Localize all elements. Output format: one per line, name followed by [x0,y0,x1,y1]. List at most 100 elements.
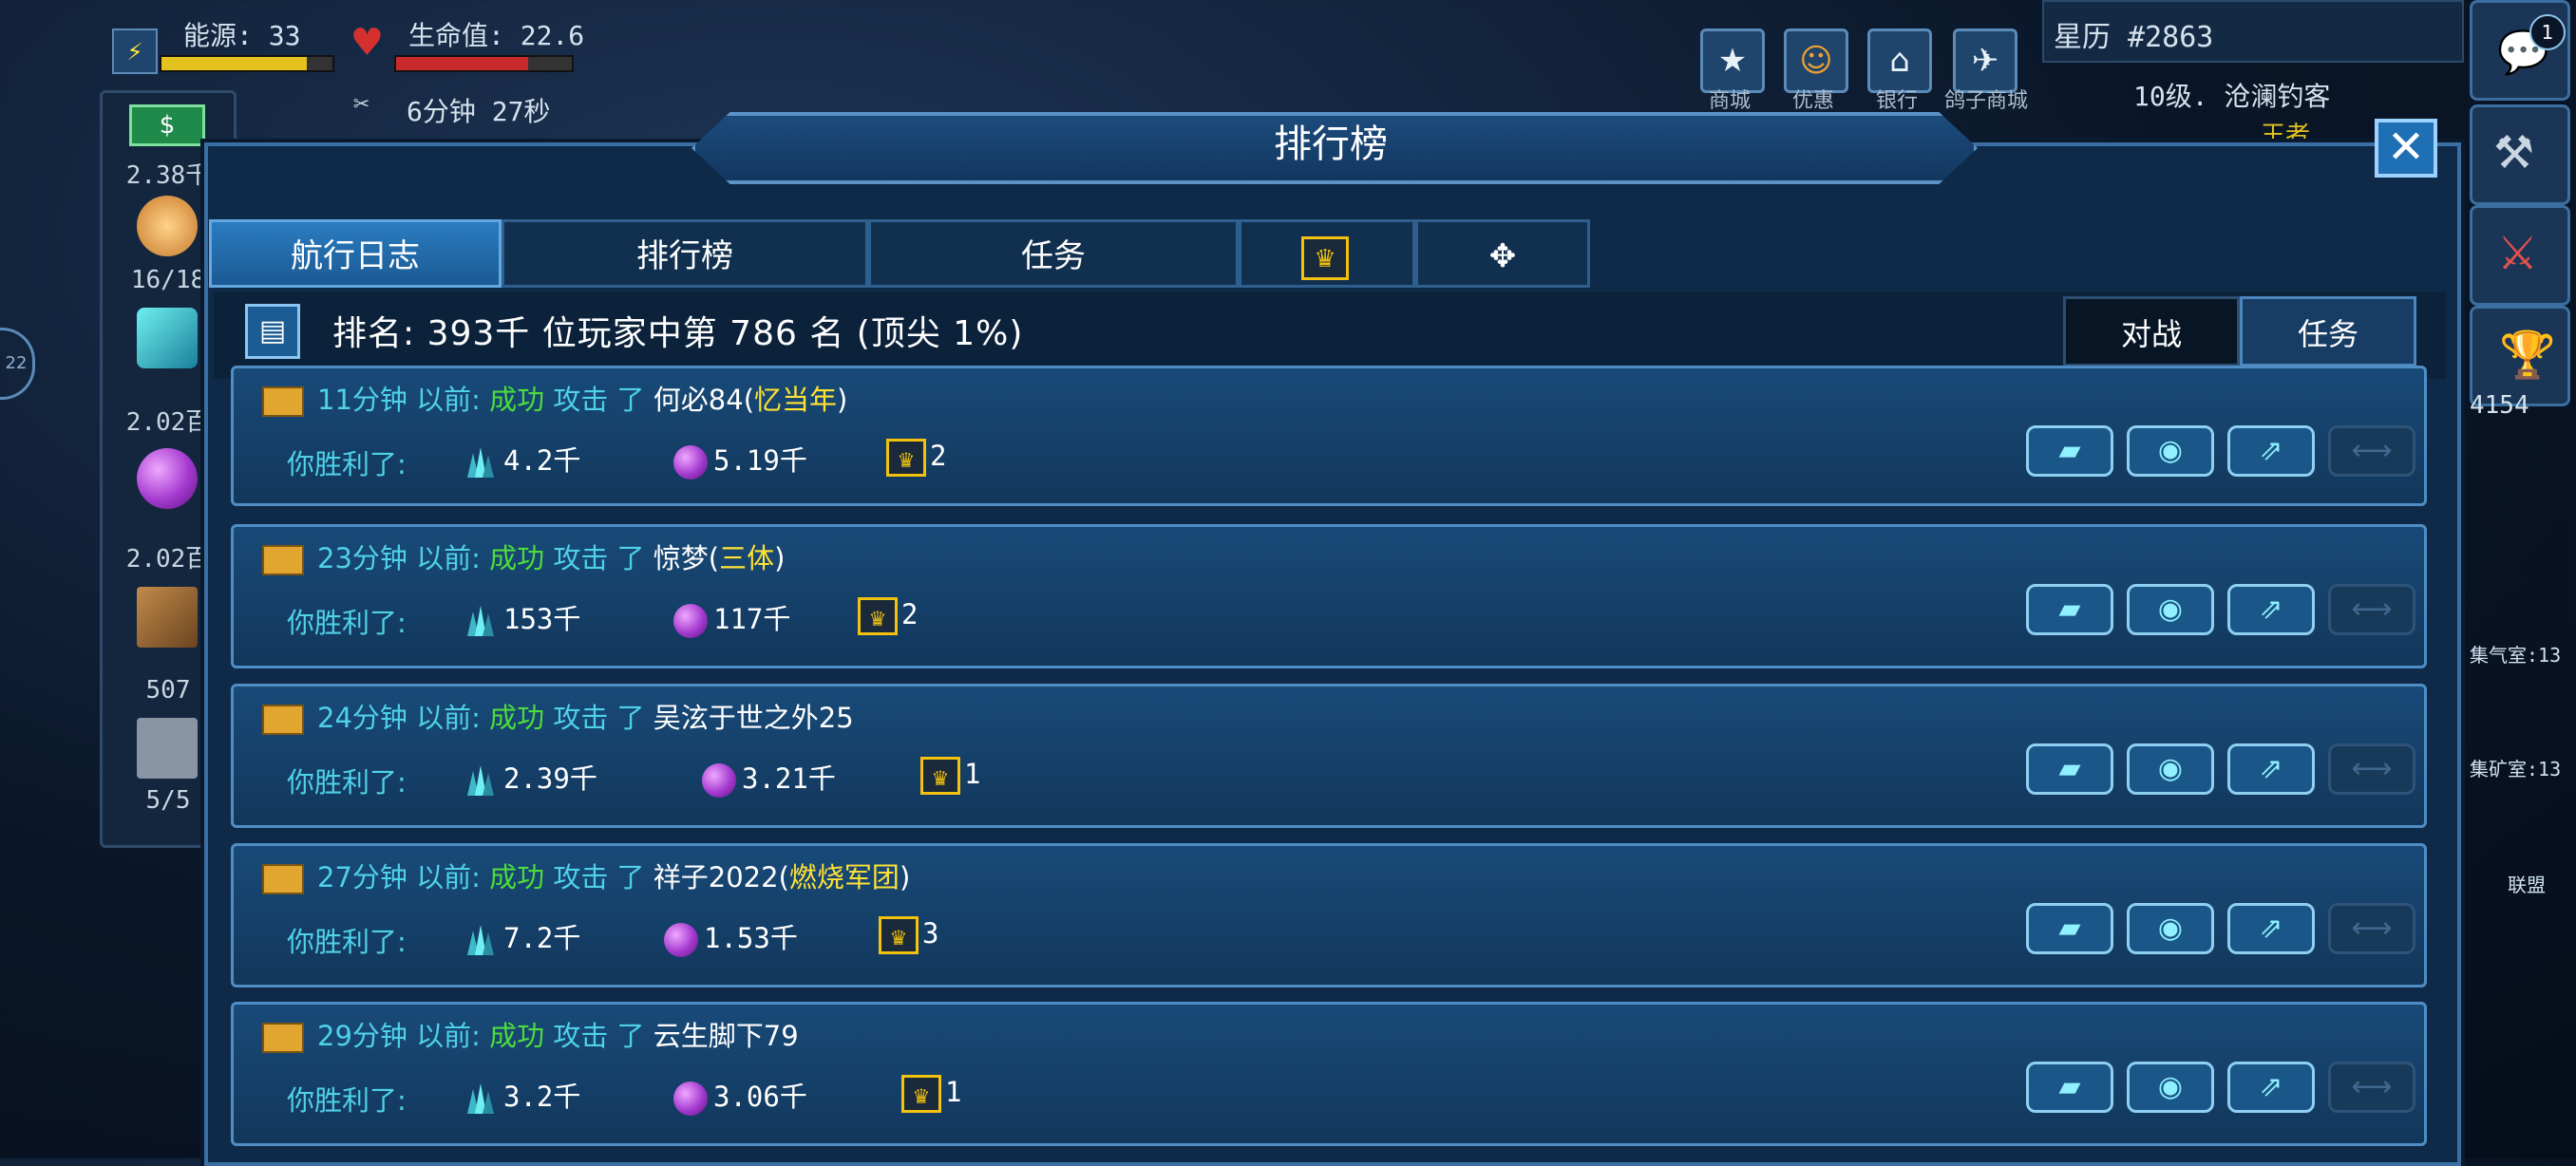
entry-action: 攻击 了 [553,384,645,416]
chat-button[interactable]: 💬 1 [2470,0,2570,101]
gas-amount: 3.06千 [713,1081,807,1113]
share-icon: ⇗ [2259,1070,2283,1103]
top-menu-label-bank: 银行 [1875,89,1918,113]
tab-voyage-log[interactable]: 航行日志 [209,219,502,288]
replay-button[interactable]: ▰ [2026,1062,2113,1113]
mineral-loot: 3.2千 [464,1075,580,1116]
energy-bar [160,55,334,72]
revenge-button[interactable]: ⟷ [2328,743,2415,795]
energy-label: 能源: 33 [183,20,301,51]
revenge-icon: ⟷ [2351,434,2393,467]
mineral-icon[interactable] [137,308,198,368]
trophy-icon: ♛ [886,439,926,477]
entry-headline: 29分钟 以前: 成功 攻击 了 云生脚下79 [262,1014,799,1054]
stardate-label: 星历 #2863 [2054,21,2214,54]
revenge-button[interactable]: ⟷ [2328,584,2415,635]
entry-time: 27分钟 以前: [317,861,481,893]
right-trophy-value: 4154 [2470,391,2529,420]
battle-log-entry: 29分钟 以前: 成功 攻击 了 云生脚下79 你胜利了: 3.2千 3.06千… [231,1002,2427,1146]
revenge-button[interactable]: ⟷ [2328,903,2415,954]
gas-icon [702,763,736,798]
right-room-label-1: 集气室:13 [2470,644,2562,667]
share-button[interactable]: ⇗ [2227,584,2315,635]
mineral-icon [467,1083,494,1114]
trophy-icon: ♛ [879,916,919,954]
entry-result: 成功 [489,384,545,416]
build-button[interactable]: ⚒ [2470,104,2570,205]
factory-icon[interactable] [137,718,198,779]
replay-button[interactable]: ▰ [2026,903,2113,954]
trophy-amount: 1 [945,1076,962,1108]
entry-won-label: 你胜利了: [287,766,407,799]
replay-button[interactable]: ▰ [2026,584,2113,635]
tab-arrows[interactable]: ✥ [1415,219,1590,288]
entry-player[interactable]: 何必84 [653,384,744,416]
hp-label: 生命值: 22.6 [408,20,585,51]
view-button[interactable]: ◉ [2127,584,2214,635]
replay-button[interactable]: ▰ [2026,425,2113,477]
share-button[interactable]: ⇗ [2227,743,2315,795]
revenge-button[interactable]: ⟷ [2328,1062,2415,1113]
lightning-icon: ⚡ [112,28,158,74]
video-camera-icon: ▰ [2058,752,2081,785]
share-icon: ⇗ [2259,434,2283,467]
share-button[interactable]: ⇗ [2227,425,2315,477]
entry-alliance[interactable]: 三体 [719,542,774,574]
entry-time: 29分钟 以前: [317,1020,481,1052]
mode-battle-button[interactable]: 对战 [2063,296,2240,367]
mode-mission-button[interactable]: 任务 [2240,296,2416,367]
entry-player[interactable]: 吴泫于世之外25 [653,702,854,734]
mineral-amount: 4.2千 [503,444,581,477]
share-button[interactable]: ⇗ [2227,903,2315,954]
tab-leaderboard[interactable]: 排行榜 [502,219,868,288]
tab-trophy[interactable]: ♛ [1239,219,1415,288]
mineral-loot: 7.2千 [464,916,580,957]
view-button[interactable]: ◉ [2127,425,2214,477]
revenge-icon: ⟷ [2351,752,2393,785]
entry-alliance[interactable]: 忆当年 [754,384,837,416]
revenge-icon: ⟷ [2351,1070,2393,1103]
gas-icon[interactable] [137,448,198,509]
right-room-label-2: 集矿室:13 [2470,758,2562,780]
gas-icon [673,604,708,638]
mineral-icon [467,606,494,636]
trophy-icon: ♛ [1301,235,1349,280]
trophy-loot: ♛ 3 [879,916,938,954]
tab-missions[interactable]: 任务 [868,219,1239,288]
view-button[interactable]: ◉ [2127,1062,2214,1113]
entry-headline: 24分钟 以前: 成功 攻击 了 吴泫于世之外25 [262,696,854,736]
trophy-loot: ♛ 2 [886,439,946,477]
entry-time: 11分钟 以前: [317,384,481,416]
entry-player[interactable]: 惊梦 [653,542,709,574]
revenge-button[interactable]: ⟷ [2328,425,2415,477]
gas-loot: 1.53千 [664,916,798,957]
supply-box-icon[interactable] [137,587,198,648]
battle-button[interactable]: ⚔ [2470,205,2570,306]
hp-bar [394,55,574,72]
hp-bar-fill [396,57,528,70]
cash-icon[interactable]: $ [129,104,205,146]
replay-button[interactable]: ▰ [2026,743,2113,795]
view-button[interactable]: ◉ [2127,743,2214,795]
top-menu-label-shop: 商城 [1708,89,1751,113]
gas-icon [664,923,698,957]
view-button[interactable]: ◉ [2127,903,2214,954]
mineral-icon [467,765,494,796]
trophy-loot: ♛ 1 [901,1075,961,1113]
gas-amount: 1.53千 [704,922,798,954]
entry-headline: 23分钟 以前: 成功 攻击 了 惊梦(三体) [262,536,785,576]
ticket-icon [262,545,304,575]
entry-player[interactable]: 祥子2022 [653,861,779,893]
trophy-loot: ♛ 1 [920,757,980,795]
gas-loot: 3.06千 [673,1075,807,1116]
share-button[interactable]: ⇗ [2227,1062,2315,1113]
timer-label: 6分钟 27秒 [407,96,551,127]
left-edge-tab[interactable]: 22 [0,328,35,400]
entry-alliance[interactable]: 燃烧军团 [789,861,900,893]
entry-player[interactable]: 云生脚下79 [653,1020,799,1052]
close-button[interactable]: ✕ [2375,119,2437,178]
gas-loot: 3.21千 [702,757,836,798]
crew-icon[interactable] [137,196,198,256]
entry-result: 成功 [489,1020,545,1052]
battle-log-entry: 27分钟 以前: 成功 攻击 了 祥子2022(燃烧军团) 你胜利了: 7.2千… [231,843,2427,987]
